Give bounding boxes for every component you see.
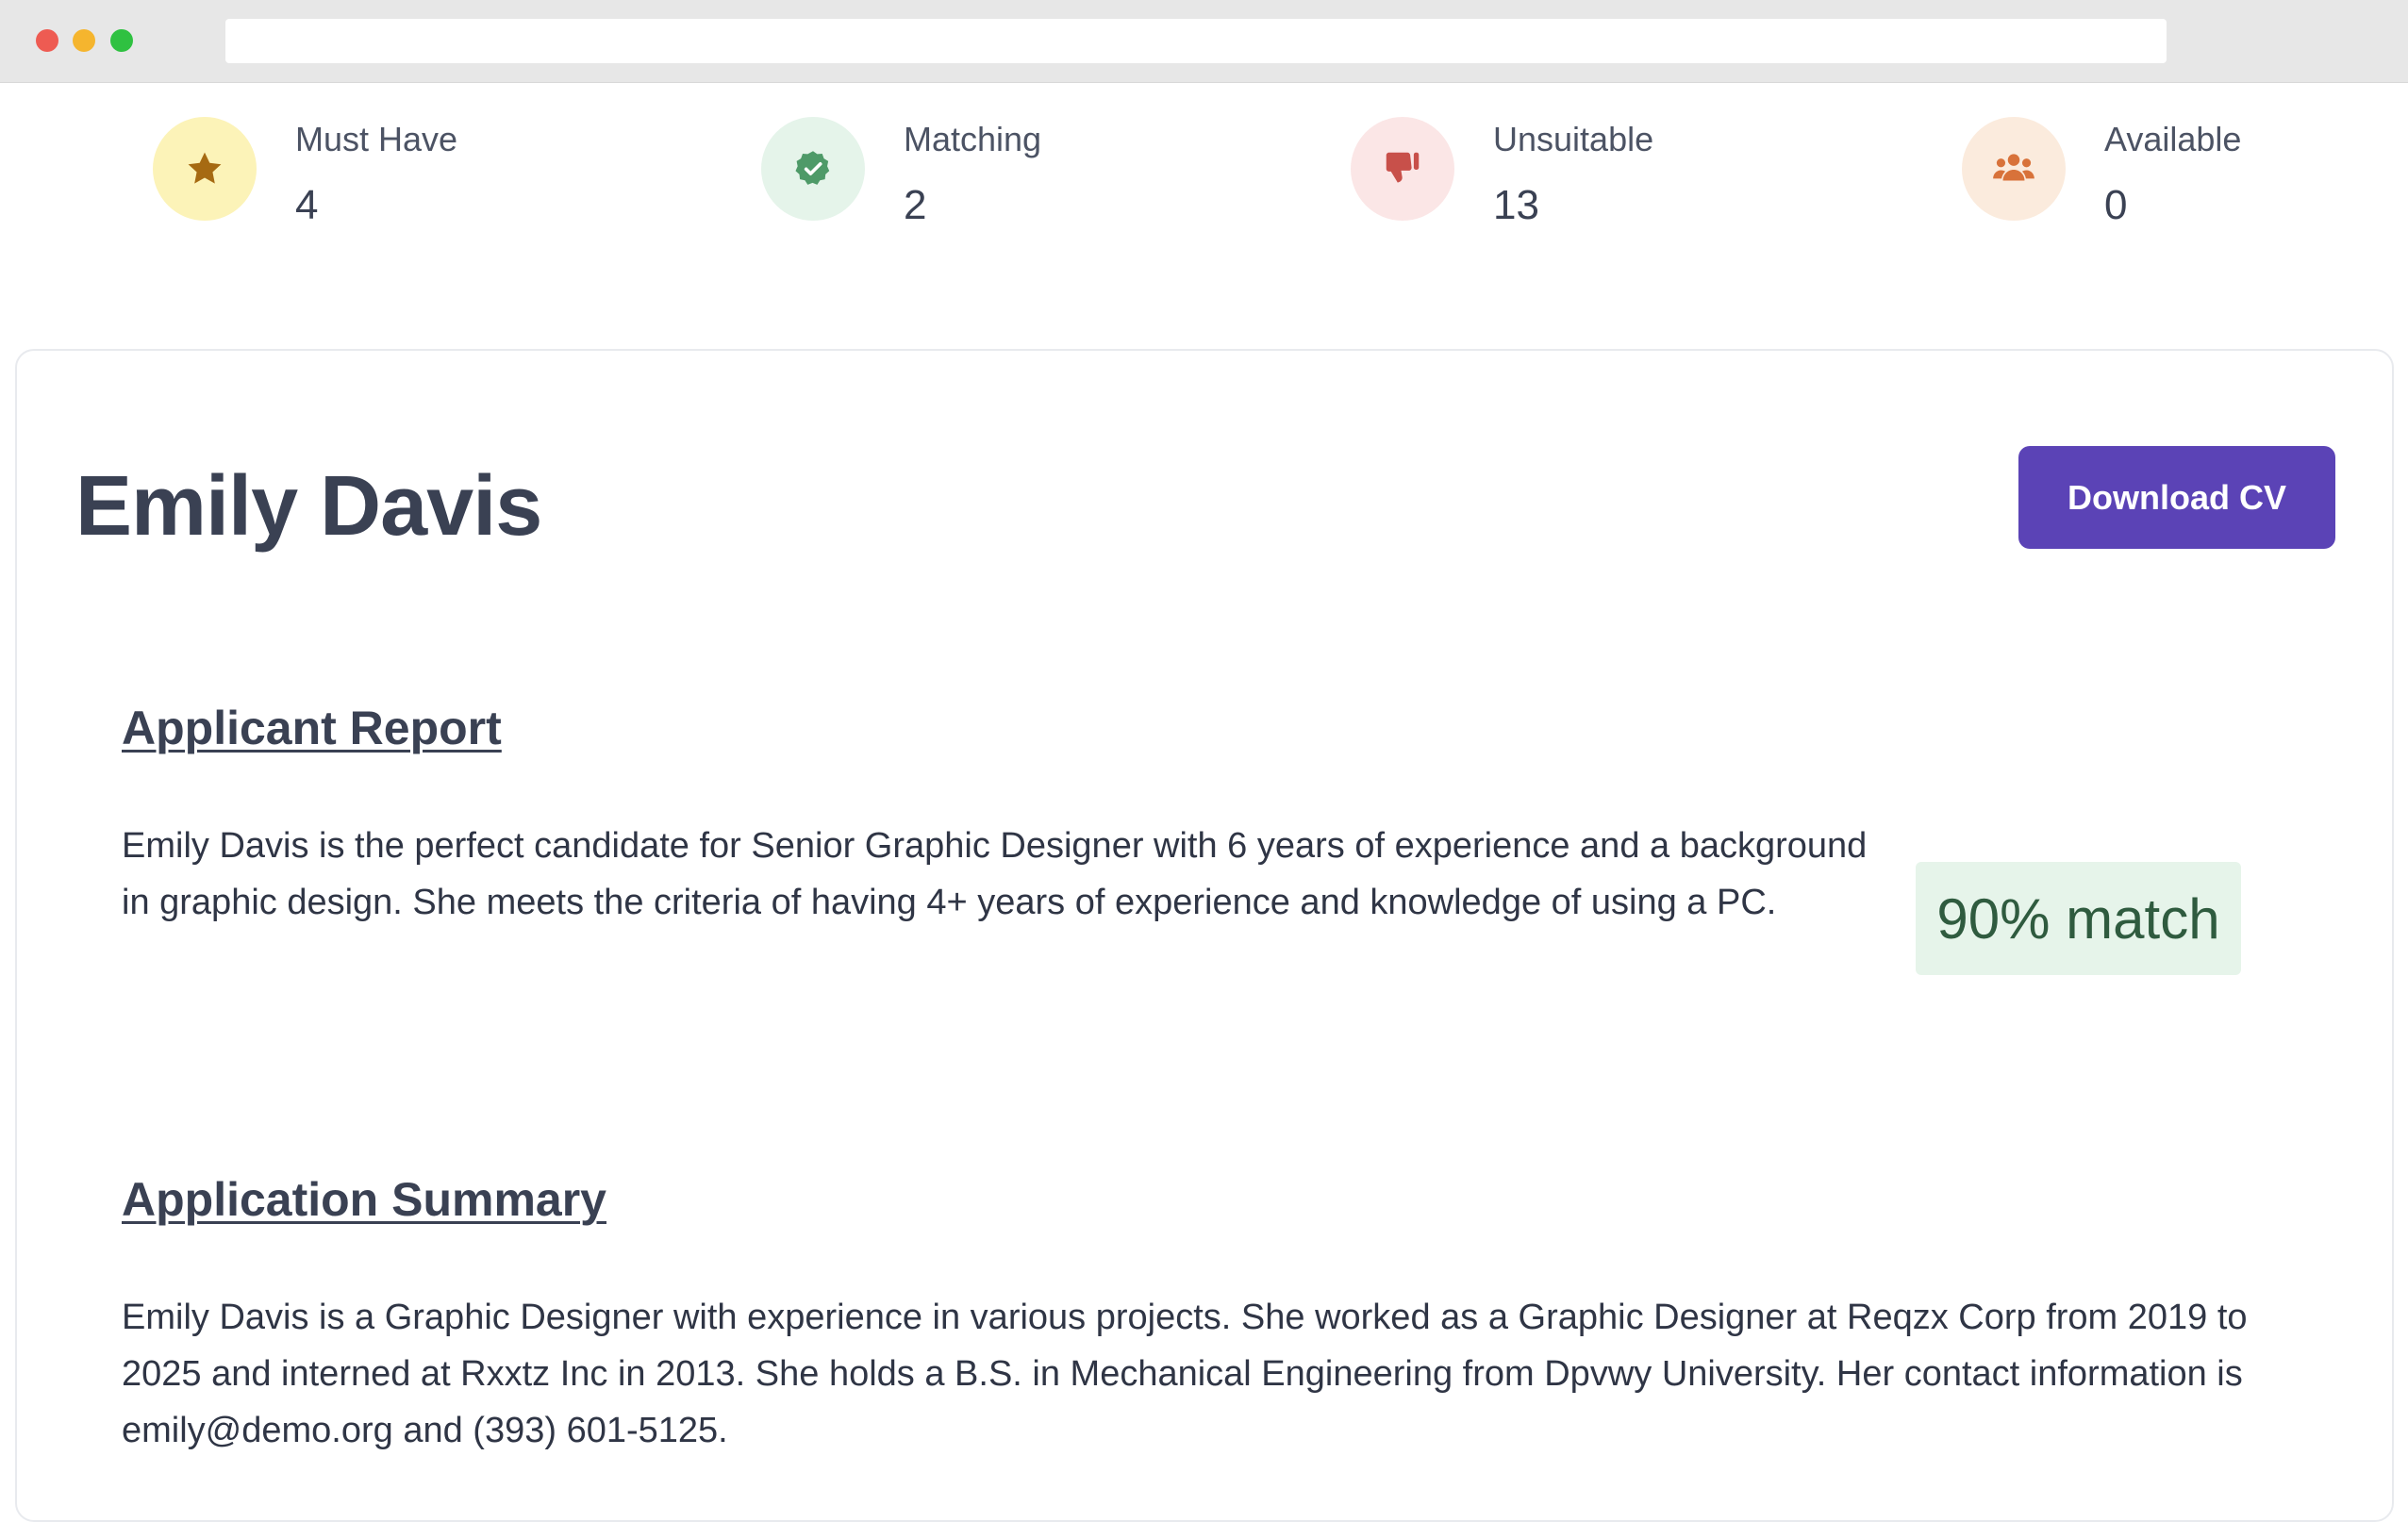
candidate-name: Emily Davis	[75, 459, 542, 554]
window-minimize-button[interactable]	[73, 29, 95, 52]
match-badge: 90% match	[1916, 862, 2241, 975]
stat-value: 2	[904, 182, 927, 228]
stat-available: Available 0	[1962, 115, 2339, 228]
application-summary-title: Application Summary	[122, 1173, 606, 1226]
application-summary-text: Emily Davis is a Graphic Designer with e…	[122, 1298, 2248, 1450]
check-badge-icon	[761, 117, 865, 221]
candidate-card: Emily Davis Download CV Applicant Report…	[15, 349, 2394, 1522]
applicant-report-title: Applicant Report	[122, 702, 502, 754]
stat-label: Must Have	[295, 120, 458, 158]
stat-label: Matching	[904, 120, 1042, 158]
window-close-button[interactable]	[36, 29, 58, 52]
stat-value: 13	[1493, 182, 1539, 228]
stat-label: Unsuitable	[1493, 120, 1654, 158]
thumbs-down-icon	[1351, 117, 1454, 221]
address-bar[interactable]	[225, 19, 2167, 63]
people-group-icon	[1962, 117, 2066, 221]
stat-unsuitable: Unsuitable 13	[1351, 115, 1728, 228]
stat-matching: Matching 2	[761, 115, 1138, 228]
browser-chrome	[0, 0, 2408, 83]
star-icon	[153, 117, 257, 221]
stat-value: 0	[2104, 182, 2128, 228]
download-cv-button[interactable]: Download CV	[2018, 446, 2335, 549]
stat-label: Available	[2104, 120, 2242, 158]
stat-must-have: Must Have 4	[153, 115, 530, 228]
stat-value: 4	[295, 182, 319, 228]
window-maximize-button[interactable]	[110, 29, 133, 52]
applicant-report-text: Emily Davis is the perfect candidate for…	[122, 826, 1868, 922]
